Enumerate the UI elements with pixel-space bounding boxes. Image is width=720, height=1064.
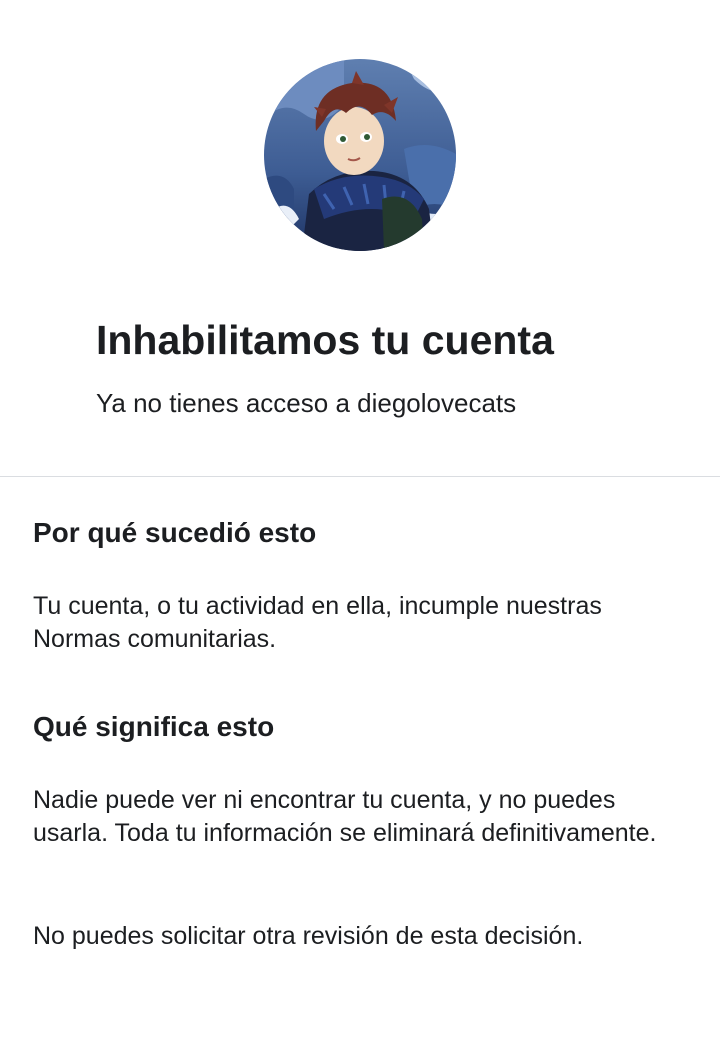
review-note-wrap: No puedes solicitar otra revisión de est… bbox=[33, 920, 693, 953]
review-note: No puedes solicitar otra revisión de est… bbox=[33, 922, 584, 950]
meaning-section-title: Qué significa esto bbox=[33, 711, 275, 742]
why-section-title: Por qué sucedió esto bbox=[33, 517, 317, 548]
meaning-section-body-wrap: Nadie puede ver ni encontrar tu cuenta, … bbox=[33, 784, 693, 850]
avatar-illustration-icon bbox=[264, 59, 456, 251]
profile-avatar bbox=[264, 59, 456, 251]
account-header: Inhabilitamos tu cuenta Ya no tienes acc… bbox=[0, 0, 720, 477]
divider bbox=[0, 476, 720, 477]
meaning-section-title-wrap: Qué significa esto bbox=[33, 709, 693, 745]
meaning-section-body: Nadie puede ver ni encontrar tu cuenta, … bbox=[33, 786, 657, 847]
account-access-message: Ya no tienes acceso a diegolovecats bbox=[96, 388, 517, 418]
why-section-title-wrap: Por qué sucedió esto bbox=[33, 515, 693, 551]
page-title: Inhabilitamos tu cuenta bbox=[96, 317, 554, 363]
why-section-body: Tu cuenta, o tu actividad en ella, incum… bbox=[33, 592, 602, 653]
why-section-body-wrap: Tu cuenta, o tu actividad en ella, incum… bbox=[33, 590, 693, 656]
